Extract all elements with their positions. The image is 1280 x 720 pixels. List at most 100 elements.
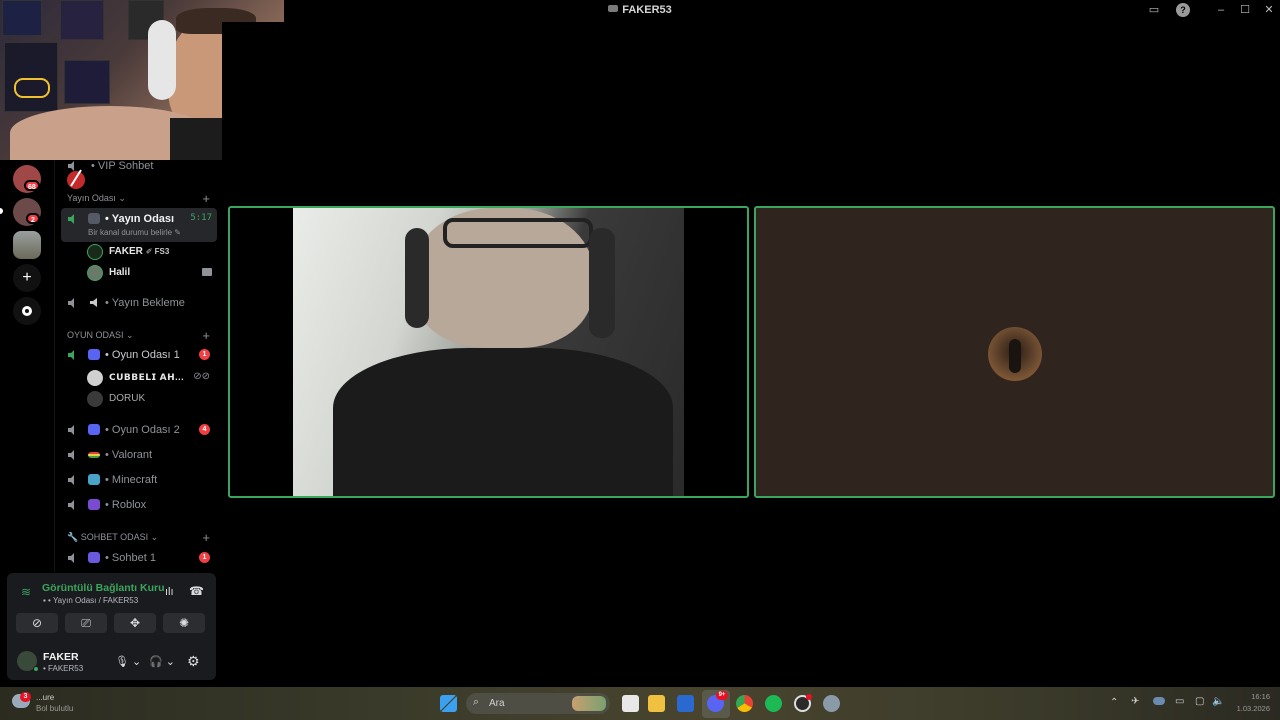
activities-button[interactable]: ✥ xyxy=(114,613,156,633)
settings-taskbar-icon[interactable] xyxy=(823,695,840,712)
avatar xyxy=(87,265,103,281)
display-tray-icon[interactable]: ▢ xyxy=(1195,696,1204,707)
glasses-icon xyxy=(443,218,593,248)
channel-roblox[interactable]: • Roblox xyxy=(61,494,216,516)
user-panel-subtitle-text: FAKER53 xyxy=(48,664,84,673)
pin-icon: 🔧 xyxy=(67,532,79,542)
channel-oyun-odasi-1[interactable]: • Oyun Odası 1 1 xyxy=(61,344,216,366)
online-status-icon xyxy=(33,666,39,672)
window-title-text: FAKER53 xyxy=(622,4,672,16)
cloud-tray-icon[interactable] xyxy=(1153,697,1165,705)
server-icon xyxy=(608,5,619,12)
weather-text[interactable]: ...ure xyxy=(36,693,54,702)
microphone-icon[interactable]: 🎙 ⌄ xyxy=(115,655,141,668)
channel-badge: 1 xyxy=(199,349,210,360)
voice-status[interactable]: Görüntülü Bağlantı Kuru xyxy=(42,582,165,594)
voice-user[interactable]: DORUK xyxy=(85,389,216,409)
spotify-icon[interactable] xyxy=(765,695,782,712)
add-channel-icon[interactable]: + xyxy=(202,328,210,343)
store-icon[interactable] xyxy=(677,695,694,712)
chat-icon xyxy=(88,552,100,563)
channel-name: VIP Sohbet xyxy=(97,160,154,172)
voice-user[interactable]: FAKER ✐ FS3 xyxy=(85,242,216,262)
channel-valorant[interactable]: • Valorant xyxy=(61,444,216,466)
search-highlight-icon xyxy=(572,696,606,711)
video-tile-faker[interactable] xyxy=(754,206,1275,498)
invader-icon xyxy=(88,499,100,510)
category-yayin-odasi[interactable]: Yayın Odası ⌄ + xyxy=(67,191,216,206)
user-name: DORUK xyxy=(109,393,146,404)
headphones-toggle-icon[interactable]: 🎧 ⌄ xyxy=(149,655,175,668)
user-panel-name[interactable]: FAKER xyxy=(43,651,79,663)
user-name: FAKER xyxy=(109,246,143,257)
soundboard-button[interactable]: ✺ xyxy=(163,613,205,633)
start-icon[interactable] xyxy=(440,695,457,712)
channel-yayin-bekleme[interactable]: • Yayın Bekleme xyxy=(61,292,216,314)
server-icon[interactable] xyxy=(13,231,41,259)
search-icon: ⌕ xyxy=(473,696,480,708)
add-channel-icon[interactable]: + xyxy=(202,530,210,545)
soundboard-icon: ✺ xyxy=(178,616,190,630)
disconnect-icon[interactable]: ☎ xyxy=(189,584,204,598)
weather-subtitle: Bol bulutlu xyxy=(36,704,74,713)
user-panel-subtitle[interactable]: • FAKER53 xyxy=(43,664,83,673)
screen-share-button[interactable]: ⎚ xyxy=(65,613,107,633)
settings-icon[interactable]: ⚙ xyxy=(187,653,200,670)
camera-off-button[interactable]: ⊘ xyxy=(16,613,58,633)
discover-button[interactable] xyxy=(13,297,41,325)
add-channel-icon[interactable]: + xyxy=(202,191,210,206)
file-explorer-icon[interactable] xyxy=(648,695,665,712)
speaker-icon xyxy=(68,298,74,308)
voice-channel-path-text: Yayın Odası / FAKER53 xyxy=(52,596,139,605)
participant-shirt xyxy=(333,348,673,496)
category-sohbet-odasi[interactable]: 🔧 SOHBET ODASI ⌄ + xyxy=(67,530,216,545)
keyboard-tray-icon[interactable]: ▭ xyxy=(1175,696,1184,707)
maximize-icon[interactable]: ☐ xyxy=(1238,3,1252,17)
channel-sohbet-1[interactable]: • Sohbet 1 1 xyxy=(61,547,216,569)
gamepad-icon xyxy=(88,349,100,360)
clock-date[interactable]: 1.03.2026 xyxy=(1226,704,1270,713)
channel-oyun-odasi-2[interactable]: • Oyun Odası 2 4 xyxy=(61,419,216,441)
avatar-figure xyxy=(1009,339,1021,373)
tray-chevron-icon[interactable]: ⌃ xyxy=(1110,697,1118,708)
channel-name: Valorant xyxy=(111,449,153,461)
chrome-icon[interactable] xyxy=(736,695,753,712)
task-view-icon[interactable] xyxy=(622,695,639,712)
channel-minecraft[interactable]: • Minecraft xyxy=(61,469,216,491)
landscape-icon xyxy=(88,474,100,485)
participant-avatar xyxy=(988,327,1042,381)
help-icon[interactable]: ? xyxy=(1176,3,1190,17)
channel-yayin-odasi[interactable]: • Yayın Odası 5:17 xyxy=(61,208,216,230)
search-input[interactable]: ⌕ Ara xyxy=(466,693,610,714)
voice-channel-path[interactable]: ▪ • Yayın Odası / FAKER53 xyxy=(43,596,138,605)
speaker-active-icon xyxy=(68,350,74,360)
speaker-icon xyxy=(68,475,74,485)
avatar xyxy=(87,244,103,260)
close-icon[interactable]: ✕ xyxy=(1262,3,1276,17)
unread-indicator xyxy=(0,208,3,214)
wifi-tray-icon[interactable]: ✈ xyxy=(1131,696,1139,707)
voice-user[interactable]: 𝗖𝗨𝗕𝗕𝗘𝗟𝗜 𝗔𝗛... ⊘⊘ xyxy=(85,368,216,388)
voice-user[interactable]: Halil xyxy=(85,263,216,283)
minimize-icon[interactable]: – xyxy=(1214,3,1228,17)
headset-right xyxy=(589,228,615,338)
noise-suppression-icon[interactable]: ılı xyxy=(165,586,174,598)
video-tile-halil[interactable] xyxy=(228,206,749,498)
avatar xyxy=(87,370,103,386)
speaker-icon xyxy=(68,553,74,563)
muted-deafened-icon: ⊘⊘ xyxy=(193,371,210,382)
channel-status[interactable]: Bir kanal durumu belirle ✎ xyxy=(88,228,181,237)
compass-icon xyxy=(22,306,32,316)
channel-badge: 4 xyxy=(199,424,210,435)
add-server-button[interactable]: + xyxy=(13,264,41,292)
speaker-icon xyxy=(68,450,74,460)
gamepad-icon xyxy=(14,78,50,98)
inbox-icon[interactable]: ▭ xyxy=(1147,3,1161,17)
category-oyun-odasi[interactable]: OYUN ODASI ⌄ + xyxy=(67,328,216,343)
volume-tray-icon[interactable]: 🔈 xyxy=(1212,696,1224,707)
user-tag: ✐ FS3 xyxy=(145,247,170,256)
signal-icon[interactable]: ≋ xyxy=(17,585,35,603)
wall-poster xyxy=(64,60,110,104)
speaker-icon xyxy=(68,425,74,435)
clock-time[interactable]: 16:16 xyxy=(1230,692,1270,701)
